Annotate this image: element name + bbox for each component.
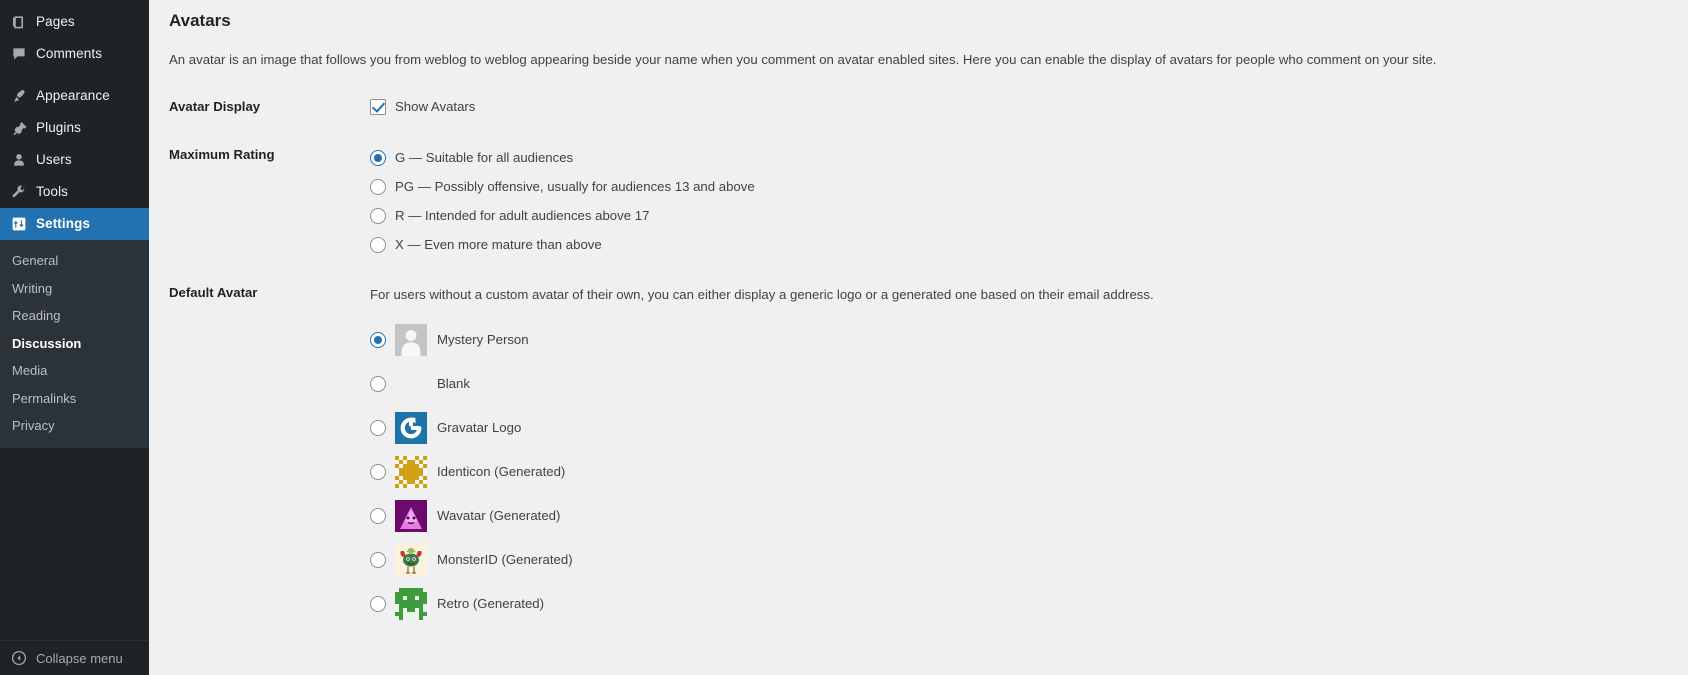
sidebar-item-writing[interactable]: Writing [0,275,149,303]
table-row: Default Avatar For users without a custo… [169,272,1668,639]
avatar-radio-retro[interactable] [370,596,386,613]
sidebar-item-general[interactable]: General [0,247,149,275]
avatar-option-gravatar-logo[interactable]: Gravatar Logo [370,406,1658,450]
sidebar-item-appearance[interactable]: Appearance [0,80,149,112]
collapse-menu-label: Collapse menu [36,650,123,666]
gravatar-logo-avatar [395,412,427,445]
retro-avatar [395,588,427,621]
table-row: Avatar Display Show Avatars [169,84,1668,130]
monsterid-avatar [395,544,427,577]
sidebar-item-pages[interactable]: Pages [0,6,149,38]
collapse-menu-wrapper: Collapse menu [0,640,149,675]
sidebar-menu: Pages Comments Appearance Plugins Users … [0,0,157,448]
avatar-label-retro[interactable]: Retro (Generated) [437,594,544,614]
sidebar-item-label: Appearance [36,88,110,104]
sidebar-item-label: Tools [36,184,69,200]
collapse-menu-button[interactable]: Collapse menu [0,641,149,675]
sidebar-item-label: Settings [36,216,91,232]
page-description: An avatar is an image that follows you f… [169,52,1437,68]
avatar-label-monsterid[interactable]: MonsterID (Generated) [437,550,573,570]
settings-submenu: General Writing Reading Discussion Media… [0,240,149,448]
show-avatars-label[interactable]: Show Avatars [395,97,475,117]
sidebar-item-privacy[interactable]: Privacy [0,412,149,440]
sidebar-item-plugins[interactable]: Plugins [0,112,149,144]
avatars-settings-table: Avatar Display Show Avatars Maximum Rati… [169,84,1668,639]
page-title: Avatars [169,11,231,30]
default-avatar-intro: For users without a custom avatar of the… [370,287,1154,303]
avatar-option-mystery-person[interactable]: Mystery Person [370,318,1658,362]
avatar-option-monsterid[interactable]: MonsterID (Generated) [370,538,1658,582]
avatar-radio-wavatar[interactable] [370,508,386,525]
sidebar-item-label: Users [36,152,72,168]
rating-option-x[interactable]: X — Even more mature than above [370,230,1658,259]
sidebar-item-discussion[interactable]: Discussion [0,330,149,358]
avatar-label-identicon[interactable]: Identicon (Generated) [437,462,565,482]
avatar-option-retro[interactable]: Retro (Generated) [370,582,1658,626]
plugins-icon [8,118,30,138]
table-row: Maximum Rating G — Suitable for all audi… [169,130,1668,272]
current-menu-arrow [149,216,157,232]
avatar-radio-blank[interactable] [370,376,386,393]
avatar-radio-identicon[interactable] [370,464,386,481]
admin-screen: Pages Comments Appearance Plugins Users … [0,0,1688,675]
identicon-avatar [395,456,427,489]
avatar-option-identicon[interactable]: Identicon (Generated) [370,450,1658,494]
maximum-rating-label: Maximum Rating [169,147,275,163]
collapse-left-icon [8,650,30,666]
default-avatar-field: For users without a custom avatar of the… [370,272,1668,639]
show-avatars-option[interactable]: Show Avatars [370,97,1658,117]
sidebar-separator [0,70,149,80]
sidebar-item-media[interactable]: Media [0,357,149,385]
avatar-label-gravatar-logo[interactable]: Gravatar Logo [437,418,521,438]
sidebar-item-permalinks[interactable]: Permalinks [0,385,149,413]
sidebar-item-label: Plugins [36,120,81,136]
avatar-label-wavatar[interactable]: Wavatar (Generated) [437,506,560,526]
sidebar-item-reading[interactable]: Reading [0,302,149,330]
show-avatars-checkbox[interactable] [370,98,386,115]
rating-radio-g[interactable] [370,149,386,166]
default-avatar-label: Default Avatar [169,285,258,301]
avatar-option-blank[interactable]: Blank [370,362,1658,406]
users-icon [8,150,30,170]
rating-label-g[interactable]: G — Suitable for all audiences [395,148,573,168]
appearance-icon [8,86,30,106]
sidebar-item-tools[interactable]: Tools [0,176,149,208]
avatar-label-blank[interactable]: Blank [437,374,470,394]
tools-icon [8,182,30,202]
avatar-radio-monsterid[interactable] [370,552,386,569]
sidebar-item-label: Comments [36,46,103,62]
sidebar-item-users[interactable]: Users [0,144,149,176]
rating-radio-x[interactable] [370,236,386,253]
pages-icon [8,12,30,32]
avatar-label-mystery-person[interactable]: Mystery Person [437,330,529,350]
rating-option-pg[interactable]: PG — Possibly offensive, usually for aud… [370,172,1658,201]
rating-option-g[interactable]: G — Suitable for all audiences [370,143,1658,172]
rating-label-x[interactable]: X — Even more mature than above [395,235,602,255]
mystery-person-avatar [395,324,427,357]
sidebar-item-comments[interactable]: Comments [0,38,149,70]
settings-icon [8,214,30,234]
avatar-radio-gravatar-logo[interactable] [370,420,386,437]
rating-radio-pg[interactable] [370,178,386,195]
main-content: Avatars An avatar is an image that follo… [149,0,1688,675]
maximum-rating-field: G — Suitable for all audiences PG — Poss… [370,130,1668,272]
avatar-radio-mystery-person[interactable] [370,332,386,349]
sidebar-item-label: Pages [36,14,75,30]
sidebar-item-settings[interactable]: Settings [0,208,157,240]
avatar-option-wavatar[interactable]: Wavatar (Generated) [370,494,1658,538]
rating-option-r[interactable]: R — Intended for adult audiences above 1… [370,201,1658,230]
admin-sidebar: Pages Comments Appearance Plugins Users … [0,0,157,675]
maximum-rating-radio-group: G — Suitable for all audiences PG — Poss… [370,143,1658,259]
comments-icon [8,44,30,64]
default-avatar-radio-group: Mystery Person Blank Gravatar Logo Ident… [370,318,1658,626]
avatar-display-field: Show Avatars [370,84,1668,130]
avatar-display-label: Avatar Display [169,98,261,114]
blank-avatar [395,368,427,400]
wavatar-avatar [395,500,427,533]
rating-label-r[interactable]: R — Intended for adult audiences above 1… [395,206,649,226]
rating-radio-r[interactable] [370,207,386,224]
rating-label-pg[interactable]: PG — Possibly offensive, usually for aud… [395,177,755,197]
